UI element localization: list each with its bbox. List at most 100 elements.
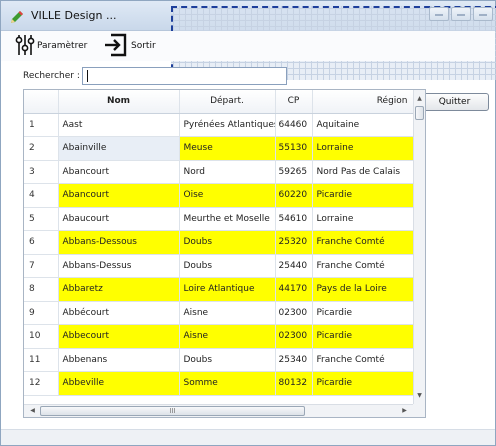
cell-nom[interactable]: Aast: [58, 113, 180, 137]
cell-nom[interactable]: Abbeville: [58, 371, 180, 396]
cell-cp[interactable]: 02300: [275, 301, 313, 325]
cell-depart[interactable]: Doubs: [179, 230, 276, 255]
cell-cp[interactable]: 80132: [275, 371, 313, 396]
cell-depart[interactable]: Aisne: [179, 301, 276, 325]
column-header-depart[interactable]: Départ.: [179, 90, 276, 114]
cell-region[interactable]: Aquitaine: [312, 113, 415, 137]
cell-cp[interactable]: 25320: [275, 230, 313, 255]
close-button[interactable]: [473, 7, 493, 21]
row-number[interactable]: 3: [24, 160, 59, 184]
cell-depart[interactable]: Doubs: [179, 254, 276, 278]
row-number[interactable]: 11: [24, 348, 59, 372]
search-input[interactable]: [82, 67, 287, 85]
minimize-icon: [435, 12, 443, 16]
cell-nom[interactable]: Abbenans: [58, 348, 180, 372]
cell-depart[interactable]: Somme: [179, 371, 276, 396]
cell-region[interactable]: Picardie: [312, 324, 415, 349]
column-header-region[interactable]: Région: [312, 90, 415, 114]
table-row[interactable]: 6 Abbans-Dessous Doubs 25320 Franche Comté: [24, 230, 415, 255]
cell-nom[interactable]: Abbecourt: [58, 324, 180, 349]
cell-region[interactable]: Picardie: [312, 183, 415, 208]
column-header-cp[interactable]: CP: [275, 90, 313, 114]
cell-depart[interactable]: Aisne: [179, 324, 276, 349]
table-row[interactable]: 8 Abbaretz Loire Atlantique 44170 Pays de la…: [24, 277, 415, 302]
row-number[interactable]: 10: [24, 324, 59, 349]
row-number[interactable]: 2: [24, 136, 59, 161]
cell-region[interactable]: Franche Comté: [312, 348, 415, 372]
cell-region[interactable]: Nord Pas de Calais: [312, 160, 415, 184]
cell-cp[interactable]: 25340: [275, 348, 313, 372]
maximize-button[interactable]: [451, 7, 471, 21]
cell-cp[interactable]: 60220: [275, 183, 313, 208]
horizontal-scrollbar[interactable]: ◀ III ▶: [24, 404, 413, 417]
row-number[interactable]: 1: [24, 113, 59, 137]
scroll-up-arrow-icon[interactable]: ▲: [414, 92, 425, 106]
table-row[interactable]: 7 Abbans-Dessus Doubs 25440 Franche Comté: [24, 254, 415, 278]
table-row[interactable]: 12 Abbeville Somme 80132 Picardie: [24, 371, 415, 396]
cell-region[interactable]: Franche Comté: [312, 254, 415, 278]
settings-tool-label: Paramètrer: [37, 41, 88, 51]
minimize-button[interactable]: [429, 7, 449, 21]
cell-depart[interactable]: Meurthe et Moselle: [179, 207, 276, 231]
cell-region[interactable]: Lorraine: [312, 136, 415, 161]
cell-nom[interactable]: Abancourt: [58, 160, 180, 184]
table-row[interactable]: 1 Aast Pyrénées Atlantiques 64460 Aquitaine: [24, 113, 415, 137]
cell-region[interactable]: Franche Comté: [312, 230, 415, 255]
table-row[interactable]: 10 Abbecourt Aisne 02300 Picardie: [24, 324, 415, 349]
vertical-scrollbar[interactable]: ▲ ▼: [413, 90, 425, 405]
table-row[interactable]: 11 Abbenans Doubs 25340 Franche Comté: [24, 348, 415, 372]
cell-region[interactable]: Pays de la Loire: [312, 277, 415, 302]
cell-cp[interactable]: 55130: [275, 136, 313, 161]
cell-nom[interactable]: Abbaretz: [58, 277, 180, 302]
cell-nom[interactable]: Abainville: [58, 136, 180, 161]
scroll-down-arrow-icon[interactable]: ▼: [414, 389, 425, 403]
row-number[interactable]: 4: [24, 183, 59, 208]
row-number[interactable]: 9: [24, 301, 59, 325]
cell-cp[interactable]: 64460: [275, 113, 313, 137]
scroll-right-arrow-icon[interactable]: ▶: [398, 405, 411, 417]
cell-depart[interactable]: Oise: [179, 183, 276, 208]
table-row[interactable]: 4 Abancourt Oise 60220 Picardie: [24, 183, 415, 208]
cell-cp[interactable]: 02300: [275, 324, 313, 349]
row-number[interactable]: 8: [24, 277, 59, 302]
exit-tool-button[interactable]: Sortir: [103, 31, 156, 61]
cell-cp[interactable]: 44170: [275, 277, 313, 302]
cell-region[interactable]: Picardie: [312, 371, 415, 396]
text-caret: [87, 70, 88, 82]
column-header-index[interactable]: [24, 90, 59, 114]
cell-cp[interactable]: 54610: [275, 207, 313, 231]
cell-depart[interactable]: Nord: [179, 160, 276, 184]
cell-nom[interactable]: Abbécourt: [58, 301, 180, 325]
row-number[interactable]: 6: [24, 230, 59, 255]
exit-icon: [103, 33, 129, 60]
vertical-scroll-thumb[interactable]: [415, 106, 424, 120]
cell-nom[interactable]: Abaucourt: [58, 207, 180, 231]
table-row[interactable]: 9 Abbécourt Aisne 02300 Picardie: [24, 301, 415, 325]
scroll-left-arrow-icon[interactable]: ◀: [26, 405, 39, 417]
horizontal-scroll-thumb[interactable]: III: [40, 406, 305, 416]
cell-depart[interactable]: Pyrénées Atlantiques: [179, 113, 276, 137]
row-number[interactable]: 12: [24, 371, 59, 396]
table-row[interactable]: 3 Abancourt Nord 59265 Nord Pas de Calais: [24, 160, 415, 184]
row-number[interactable]: 5: [24, 207, 59, 231]
cities-table[interactable]: Nom Départ. CP Région 1 Aast Pyrénées Atla…: [23, 89, 426, 418]
column-header-nom[interactable]: Nom: [58, 90, 180, 114]
exit-tool-label: Sortir: [131, 41, 156, 51]
quit-button[interactable]: Quitter: [420, 93, 489, 111]
cell-cp[interactable]: 59265: [275, 160, 313, 184]
cell-nom[interactable]: Abbans-Dessous: [58, 230, 180, 255]
cell-nom[interactable]: Abancourt: [58, 183, 180, 208]
table-row[interactable]: 5 Abaucourt Meurthe et Moselle 54610 Lorrain…: [24, 207, 415, 231]
table-row[interactable]: 2 Abainville Meuse 55130 Lorraine: [24, 136, 415, 161]
cell-region[interactable]: Lorraine: [312, 207, 415, 231]
cell-depart[interactable]: Doubs: [179, 348, 276, 372]
search-label: Rechercher :: [23, 71, 80, 81]
settings-tool-button[interactable]: Paramètrer: [15, 31, 87, 61]
title-bar: VILLE Design ...: [1, 1, 496, 80]
cell-region[interactable]: Picardie: [312, 301, 415, 325]
cell-cp[interactable]: 25440: [275, 254, 313, 278]
cell-nom[interactable]: Abbans-Dessus: [58, 254, 180, 278]
cell-depart[interactable]: Loire Atlantique: [179, 277, 276, 302]
row-number[interactable]: 7: [24, 254, 59, 278]
cell-depart[interactable]: Meuse: [179, 136, 276, 161]
